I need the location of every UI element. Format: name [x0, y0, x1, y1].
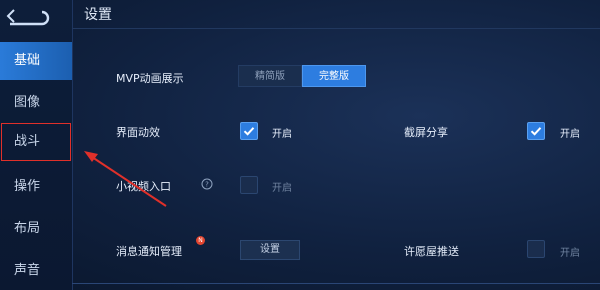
mini-video-entry-label: 小视频入口 — [116, 180, 171, 193]
sidebar-item-battle[interactable]: 战斗 — [0, 122, 72, 162]
screenshot-share-checkbox[interactable] — [527, 122, 545, 140]
annotation-arrow-icon — [84, 151, 167, 207]
mvp-option-full[interactable]: 完整版 — [302, 65, 366, 87]
settings-sidebar: 基础 图像 战斗 操作 布局 声音 — [0, 0, 73, 290]
ui-animation-checkbox[interactable] — [240, 122, 258, 140]
wish-tree-push-label: 许愿屋推送 — [404, 245, 459, 258]
sidebar-item-controls[interactable]: 操作 — [0, 168, 72, 206]
help-circle-icon[interactable]: ? — [201, 178, 213, 190]
sidebar-item-graphics[interactable]: 图像 — [0, 84, 72, 122]
svg-text:?: ? — [205, 181, 209, 189]
ui-animation-state: 开启 — [272, 129, 292, 140]
mini-video-entry-state: 开启 — [272, 183, 292, 194]
sidebar-item-layout[interactable]: 布局 — [0, 210, 72, 248]
new-badge-icon: N — [196, 236, 205, 245]
wish-tree-push-state: 开启 — [560, 248, 580, 259]
screenshot-share-label: 截屏分享 — [404, 126, 448, 139]
sidebar-item-sound[interactable]: 声音 — [0, 252, 72, 290]
checkmark-icon — [530, 127, 542, 136]
bottom-divider — [72, 283, 600, 284]
mvp-option-simple[interactable]: 精简版 — [238, 65, 302, 87]
mvp-animation-toggle: 精简版 完整版 — [238, 65, 366, 87]
sidebar-item-basic[interactable]: 基础 — [0, 42, 72, 80]
notification-mgmt-label: 消息通知管理 — [116, 245, 182, 258]
screenshot-share-state: 开启 — [560, 129, 580, 140]
page-title: 设置 — [84, 7, 112, 23]
mini-video-entry-checkbox[interactable] — [240, 176, 258, 194]
notification-settings-button[interactable]: 设置 — [240, 240, 300, 260]
header-divider — [72, 28, 600, 29]
settings-screen: 基础 图像 战斗 操作 布局 声音 设置 MVP动画展示 精简版 完整版 界面动… — [0, 0, 600, 290]
checkmark-icon — [243, 127, 255, 136]
wish-tree-push-checkbox[interactable] — [527, 240, 545, 258]
ui-animation-label: 界面动效 — [116, 126, 160, 139]
mvp-animation-label: MVP动画展示 — [116, 72, 184, 85]
back-arrow-icon[interactable] — [6, 6, 52, 26]
